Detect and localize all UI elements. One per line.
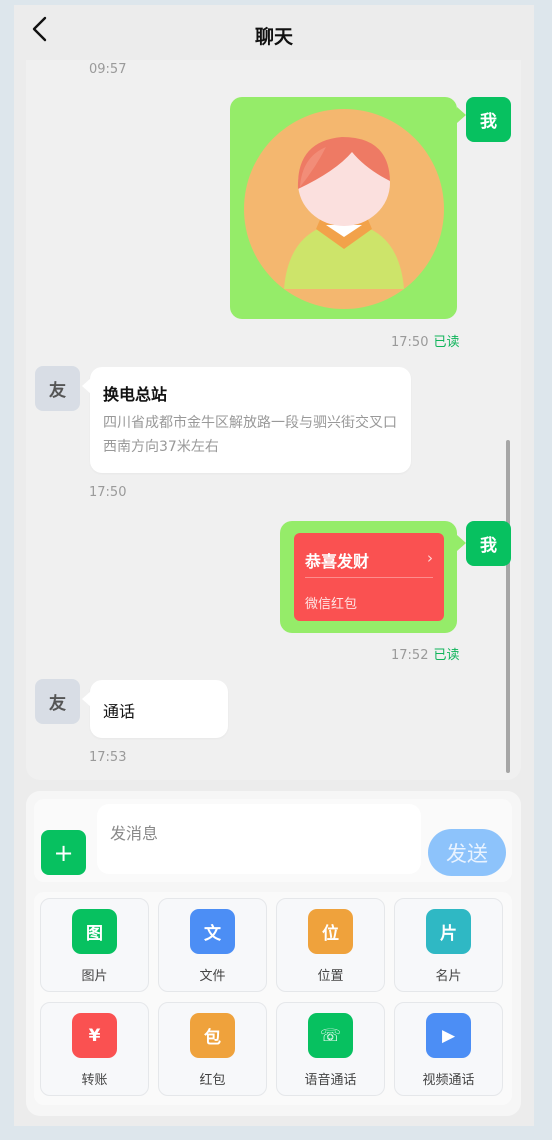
red-packet-card[interactable]: 恭喜发财 › 微信红包 [294, 533, 444, 621]
yen-icon: ¥ [72, 1013, 117, 1058]
chat-screen: 聊天 09:57 我 17:50 已读 友 换电总站 四川省成都市金牛区解放路一… [14, 5, 534, 1126]
message-input[interactable] [97, 804, 421, 874]
header-bar: 聊天 [14, 5, 534, 60]
tool-label: 红包 [199, 1073, 226, 1088]
bubble-tail [457, 535, 466, 551]
avatar-friend[interactable]: 友 [35, 679, 80, 724]
location-title: 换电总站 [103, 385, 168, 404]
input-row: + 发送 [34, 799, 512, 882]
plus-button[interactable]: + [41, 830, 86, 875]
read-status: 已读 [433, 648, 460, 663]
message-time: 17:50 [89, 485, 127, 500]
message-time: 09:57 [89, 62, 127, 77]
tool-file[interactable]: 文 文件 [158, 898, 267, 992]
red-packet-title: 恭喜发财 [305, 552, 370, 571]
avatar-me[interactable]: 我 [466, 97, 511, 142]
call-text: 通话 [103, 702, 136, 721]
avatar-me[interactable]: 我 [466, 521, 511, 566]
time-text: 17:52 [391, 648, 429, 663]
red-packet-icon: 包 [190, 1013, 235, 1058]
image-icon: 图 [72, 909, 117, 954]
person-illustration-icon [284, 137, 404, 289]
tool-video-call[interactable]: ▶ 视频通话 [394, 1002, 503, 1096]
avatar-image [244, 109, 444, 309]
location-icon: 位 [308, 909, 353, 954]
message-time: 17:53 [89, 750, 127, 765]
bubble-tail [82, 378, 91, 394]
page-title: 聊天 [254, 26, 293, 48]
red-packet-subtitle: 微信红包 [305, 597, 358, 612]
composer-panel: + 发送 图 图片 文 文件 位 位置 片 名片 ¥ 转账 [26, 791, 521, 1116]
red-packet-message[interactable]: 恭喜发财 › 微信红包 [280, 521, 466, 633]
read-status: 已读 [433, 335, 460, 350]
location-message[interactable]: 换电总站 四川省成都市金牛区解放路一段与驷兴街交叉口西南方向37米左右 [82, 367, 411, 473]
message-time: 17:52 已读 [391, 644, 459, 663]
time-text: 17:50 [391, 335, 429, 350]
tool-label: 位置 [317, 969, 344, 984]
play-icon: ▶ [426, 1013, 471, 1058]
chevron-right-icon: › [427, 549, 433, 567]
scrollbar[interactable] [506, 440, 510, 773]
call-message[interactable]: 通话 [82, 680, 228, 738]
image-message[interactable] [230, 97, 466, 319]
send-button[interactable]: 发送 [428, 829, 506, 876]
tool-label: 名片 [435, 969, 462, 984]
tool-image[interactable]: 图 图片 [40, 898, 149, 992]
bubble-tail [82, 691, 91, 707]
tools-grid: 图 图片 文 文件 位 位置 片 名片 ¥ 转账 包 红包 ☏ 语音通话 ▶ 视… [34, 892, 512, 1105]
tool-label: 文件 [199, 969, 226, 984]
tool-red-packet[interactable]: 包 红包 [158, 1002, 267, 1096]
avatar-friend[interactable]: 友 [35, 366, 80, 411]
tool-voice-call[interactable]: ☏ 语音通话 [276, 1002, 385, 1096]
tool-label: 图片 [81, 969, 108, 984]
phone-icon: ☏ [308, 1013, 353, 1058]
bubble-tail [457, 107, 466, 123]
tool-card[interactable]: 片 名片 [394, 898, 503, 992]
card-icon: 片 [426, 909, 471, 954]
location-address: 四川省成都市金牛区解放路一段与驷兴街交叉口西南方向37米左右 [103, 415, 397, 455]
tool-label: 语音通话 [304, 1073, 357, 1088]
message-time: 17:50 已读 [391, 331, 459, 350]
tool-location[interactable]: 位 位置 [276, 898, 385, 992]
file-icon: 文 [190, 909, 235, 954]
tool-label: 视频通话 [422, 1073, 475, 1088]
message-list[interactable]: 09:57 我 17:50 已读 友 换电总站 四川省成都市金牛区解放路一段与驷… [26, 60, 521, 780]
divider [305, 577, 433, 578]
tool-label: 转账 [81, 1073, 108, 1088]
tool-transfer[interactable]: ¥ 转账 [40, 1002, 149, 1096]
